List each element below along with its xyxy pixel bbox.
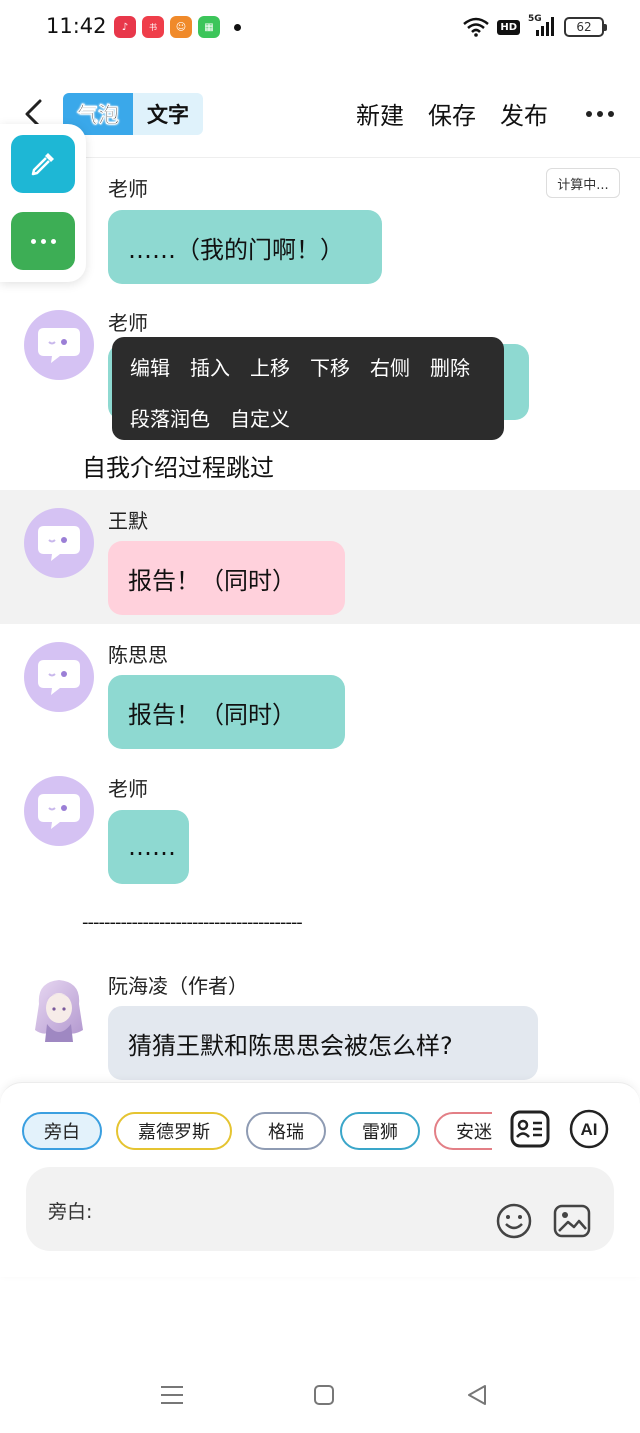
mode-toggle: 气泡 文字 [63, 93, 203, 135]
chat-bubble-icon [38, 794, 80, 829]
emoji-icon [496, 1203, 532, 1239]
menu-icon [161, 1386, 183, 1404]
nav-back-button[interactable] [462, 1380, 492, 1410]
character-chip[interactable]: 嘉德罗斯 [116, 1112, 232, 1150]
ai-button[interactable]: AI [567, 1107, 611, 1151]
dashed-divider[interactable]: ---------------------------------------- [82, 912, 303, 933]
chat-bubble-icon [38, 328, 80, 363]
svg-text:AI: AI [581, 1120, 598, 1139]
avatar[interactable] [24, 310, 94, 380]
author-avatar[interactable] [24, 974, 94, 1044]
battery-icon: 62 [564, 17, 607, 37]
message-bubble[interactable]: 猜猜王默和陈思思会被怎么样? [108, 1006, 538, 1080]
notification-icons: ♪ 书 ☺ ▦ [114, 16, 241, 38]
context-menu-row: 段落润色 自定义 [130, 395, 504, 439]
home-button[interactable] [309, 1380, 339, 1410]
header-divider [0, 157, 640, 158]
message-sender: 老师 [108, 311, 148, 335]
status-right: HD 5G 62 [463, 14, 607, 38]
message-bubble[interactable]: …… [108, 810, 189, 884]
emoji-button[interactable] [494, 1201, 534, 1241]
wifi-icon [463, 16, 490, 38]
author-avatar-image [35, 980, 83, 1042]
menu-item-right-side[interactable]: 右侧 [370, 352, 410, 381]
avatar[interactable] [24, 776, 94, 846]
header-actions: 新建 保存 发布 [356, 96, 548, 131]
eyedropper-button[interactable] [11, 135, 75, 193]
message-sender: 老师 [108, 177, 148, 201]
avatar[interactable] [24, 642, 94, 712]
message-sender: 陈思思 [108, 643, 168, 667]
game-app-icon: ☺ [170, 16, 192, 38]
signal-icon: 5G [528, 14, 556, 38]
message-sender: 王默 [108, 509, 148, 533]
message-input[interactable]: 旁白: [26, 1167, 614, 1251]
calculating-badge: 计算中... [546, 168, 620, 198]
publish-button[interactable]: 发布 [500, 96, 548, 131]
menu-item-insert[interactable]: 插入 [190, 352, 230, 381]
message-bubble[interactable]: 报告！（同时） [108, 541, 345, 615]
character-chip[interactable]: 格瑞 [246, 1112, 326, 1150]
character-chip[interactable]: 雷狮 [340, 1112, 420, 1150]
menu-item-move-down[interactable]: 下移 [310, 352, 350, 381]
context-menu-row: 编辑 插入 上移 下移 右侧 删除 [130, 337, 504, 395]
narration-text[interactable]: 自我介绍过程跳过 [82, 448, 274, 483]
green-app-icon: ▦ [198, 16, 220, 38]
message-bubble[interactable]: ……（我的门啊！） [108, 210, 382, 284]
message-bubble[interactable]: 报告！（同时） [108, 675, 345, 749]
character-chip[interactable]: 安迷修 [434, 1112, 492, 1150]
editor-header: 气泡 文字 新建 保存 发布 [0, 88, 640, 144]
character-chips: 旁白 嘉德罗斯 格瑞 雷狮 安迷修 [22, 1112, 492, 1152]
menu-item-edit[interactable]: 编辑 [130, 352, 170, 381]
home-square-icon [314, 1385, 334, 1405]
back-triangle-icon [468, 1385, 486, 1405]
menu-item-polish-paragraph[interactable]: 段落润色 [130, 403, 210, 432]
menu-item-delete[interactable]: 删除 [430, 352, 470, 381]
compose-panel: 旁白 嘉德罗斯 格瑞 雷狮 安迷修 AI 旁白: [0, 1082, 640, 1277]
status-time: 11:42 [46, 14, 107, 38]
tool-more-button[interactable] [11, 212, 75, 270]
message-sender: 阮海凌（作者） [108, 974, 248, 998]
eyedropper-icon [31, 153, 54, 176]
xiaohongshu-app-icon: 书 [142, 16, 164, 38]
character-chip-narrator[interactable]: 旁白 [22, 1112, 102, 1150]
character-card-button[interactable] [508, 1107, 552, 1151]
chat-bubble-icon [38, 660, 80, 695]
system-nav-bar [0, 1360, 640, 1430]
avatar[interactable] [24, 508, 94, 578]
hd-icon: HD [497, 16, 520, 38]
new-button[interactable]: 新建 [356, 96, 404, 131]
save-button[interactable]: 保存 [428, 96, 476, 131]
chat-bubble-icon [38, 526, 80, 561]
floating-tool-panel [0, 124, 86, 282]
tab-text[interactable]: 文字 [133, 93, 203, 135]
message-sender: 老师 [108, 777, 148, 801]
image-button[interactable] [552, 1201, 592, 1241]
image-icon [553, 1204, 591, 1238]
menu-item-move-up[interactable]: 上移 [250, 352, 290, 381]
more-notifications-dot [234, 23, 241, 31]
recent-apps-button[interactable] [157, 1380, 187, 1410]
more-menu-button[interactable] [586, 98, 614, 130]
status-bar: 11:42 ♪ 书 ☺ ▦ HD 5G 62 [0, 0, 640, 56]
menu-item-custom[interactable]: 自定义 [230, 403, 290, 432]
ai-icon: AI [569, 1109, 609, 1149]
input-speaker-label: 旁白: [48, 1201, 93, 1223]
contact-card-icon [510, 1110, 550, 1148]
bubble-context-menu: 编辑 插入 上移 下移 右侧 删除 段落润色 自定义 [112, 337, 504, 440]
music-app-icon: ♪ [114, 16, 136, 38]
